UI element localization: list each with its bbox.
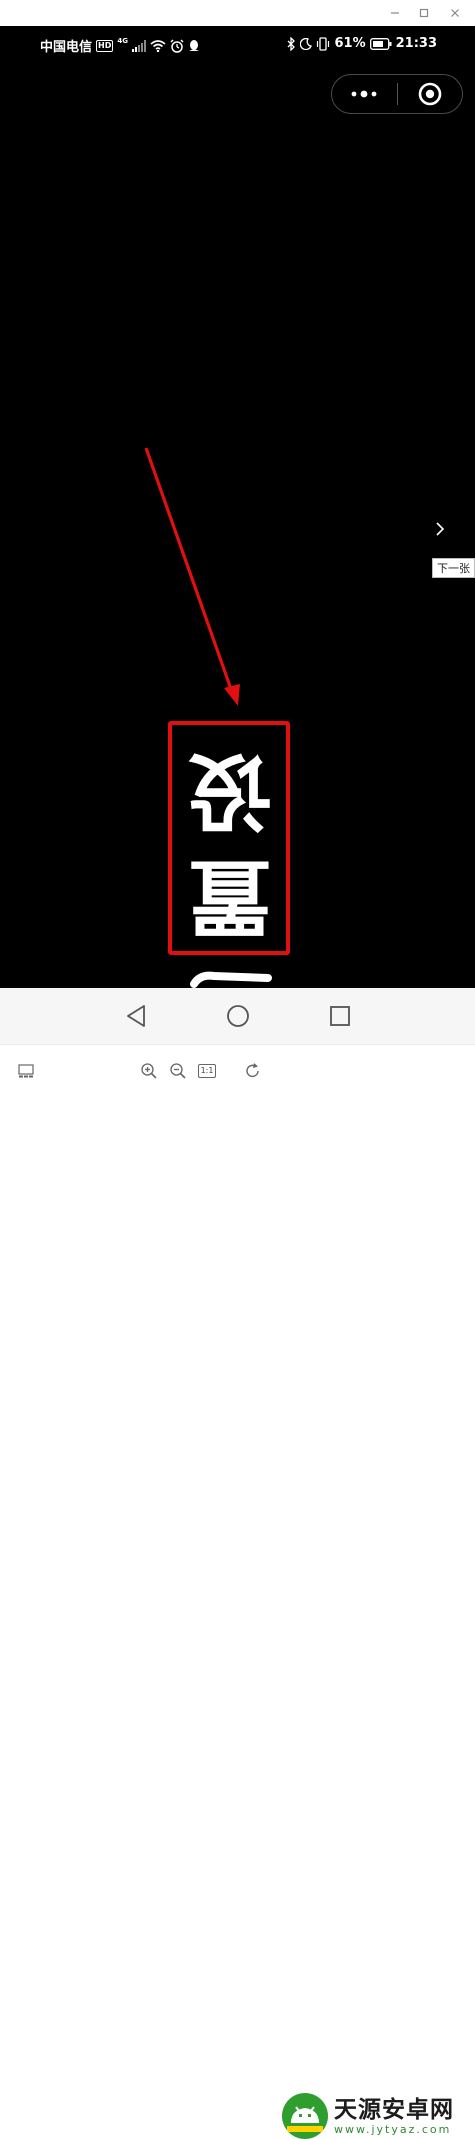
back-triangle-icon bbox=[126, 1005, 145, 1027]
minimize-button[interactable] bbox=[380, 0, 410, 26]
thumbnail-icon bbox=[18, 1064, 34, 1078]
nav-recents-button[interactable] bbox=[320, 996, 360, 1036]
zoom-in-button[interactable] bbox=[137, 1059, 161, 1083]
viewer-title-bar bbox=[0, 0, 475, 27]
android-nav-bar bbox=[0, 988, 475, 1044]
home-circle-icon bbox=[226, 1005, 249, 1027]
zoom-in-icon bbox=[141, 1063, 157, 1079]
maximize-icon bbox=[419, 8, 429, 18]
close-icon bbox=[451, 9, 459, 17]
maximize-button[interactable] bbox=[409, 0, 439, 26]
nav-back-button[interactable] bbox=[116, 996, 156, 1036]
viewer-toolbar: 1:1 天源安卓网 www.jytyaz.com bbox=[0, 1044, 475, 2139]
watermark-name: 天源安卓网 bbox=[334, 2096, 454, 2123]
minimize-icon bbox=[391, 12, 399, 14]
rotate-button[interactable] bbox=[241, 1059, 265, 1083]
actual-size-button[interactable]: 1:1 bbox=[195, 1059, 219, 1083]
android-logo-icon bbox=[282, 2093, 328, 2139]
annotation-highlight-box bbox=[168, 721, 290, 955]
recents-square-icon bbox=[329, 1006, 350, 1026]
watermark-url: www.jytyaz.com bbox=[334, 2122, 452, 2136]
close-button[interactable] bbox=[440, 0, 470, 26]
thumbnail-view-button[interactable] bbox=[14, 1059, 38, 1083]
site-watermark: 天源安卓网 www.jytyaz.com bbox=[282, 2093, 454, 2139]
phone-screenshot: 中国电信 HD 4G 61% 21:33 下一张 设 置 bbox=[0, 26, 475, 988]
partial-glyph-stroke bbox=[190, 971, 272, 988]
rotate-icon bbox=[246, 1063, 259, 1078]
zoom-out-icon bbox=[170, 1063, 186, 1079]
watermark-text: 天源安卓网 www.jytyaz.com bbox=[334, 2097, 454, 2136]
nav-home-button[interactable] bbox=[218, 996, 258, 1036]
actual-size-label: 1:1 bbox=[197, 1064, 217, 1078]
zoom-out-button[interactable] bbox=[166, 1059, 190, 1083]
